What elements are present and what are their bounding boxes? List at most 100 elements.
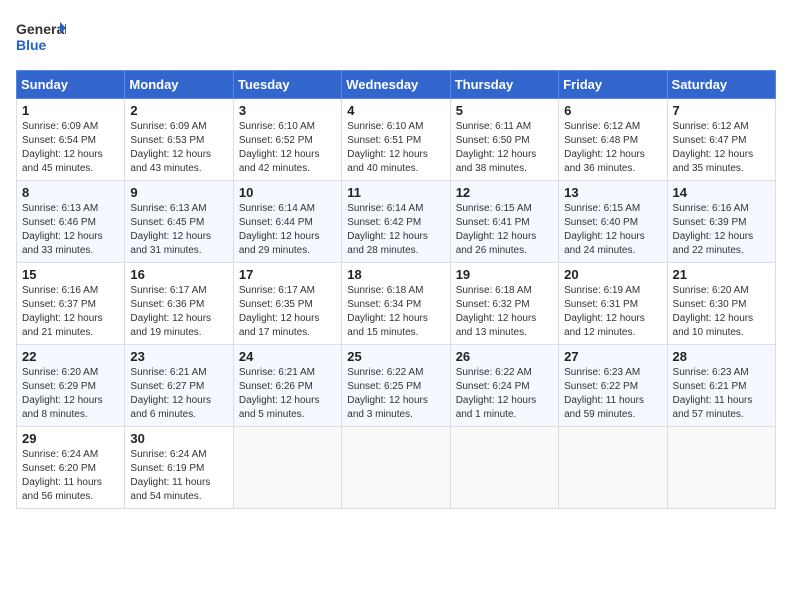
day-number: 3 [239, 103, 336, 118]
day-info: Sunrise: 6:20 AMSunset: 6:30 PMDaylight:… [673, 284, 770, 340]
day-number: 30 [130, 431, 227, 446]
day-cell: 20 Sunrise: 6:19 AMSunset: 6:31 PMDayligh… [559, 263, 667, 345]
day-info: Sunrise: 6:13 AMSunset: 6:45 PMDaylight:… [130, 202, 227, 258]
day-info: Sunrise: 6:19 AMSunset: 6:31 PMDaylight:… [564, 284, 661, 340]
day-number: 11 [347, 185, 444, 200]
day-number: 7 [673, 103, 770, 118]
day-number: 24 [239, 349, 336, 364]
day-info: Sunrise: 6:20 AMSunset: 6:29 PMDaylight:… [22, 366, 119, 422]
day-cell: 23Sunrise: 6:21 AMSunset: 6:27 PMDayligh… [125, 345, 233, 427]
week-row-5: 29Sunrise: 6:24 AMSunset: 6:20 PMDayligh… [17, 427, 776, 509]
day-info: Sunrise: 6:12 AMSunset: 6:48 PMDaylight:… [564, 120, 661, 176]
week-row-2: 8 Sunrise: 6:13 AMSunset: 6:46 PMDaylight… [17, 181, 776, 263]
svg-text:General: General [16, 21, 66, 37]
day-cell: 2Sunrise: 6:09 AMSunset: 6:53 PMDaylight… [125, 99, 233, 181]
day-number: 18 [347, 267, 444, 282]
day-cell: 30Sunrise: 6:24 AMSunset: 6:19 PMDayligh… [125, 427, 233, 509]
day-cell: 26 Sunrise: 6:22 AMSunset: 6:24 PMDayligh… [450, 345, 558, 427]
day-number: 6 [564, 103, 661, 118]
day-number: 9 [130, 185, 227, 200]
col-header-sunday: Sunday [17, 71, 125, 99]
day-cell: 11 Sunrise: 6:14 AMSunset: 6:42 PMDayligh… [342, 181, 450, 263]
day-info: Sunrise: 6:11 AMSunset: 6:50 PMDaylight:… [456, 120, 553, 176]
day-cell: 5 Sunrise: 6:11 AMSunset: 6:50 PMDaylight… [450, 99, 558, 181]
day-info: Sunrise: 6:22 AMSunset: 6:25 PMDaylight:… [347, 366, 444, 422]
day-number: 28 [673, 349, 770, 364]
week-row-4: 22 Sunrise: 6:20 AMSunset: 6:29 PMDayligh… [17, 345, 776, 427]
day-cell: 24Sunrise: 6:21 AMSunset: 6:26 PMDayligh… [233, 345, 341, 427]
day-info: Sunrise: 6:18 AMSunset: 6:34 PMDaylight:… [347, 284, 444, 340]
day-number: 1 [22, 103, 119, 118]
day-number: 23 [130, 349, 227, 364]
day-info: Sunrise: 6:12 AMSunset: 6:47 PMDaylight:… [673, 120, 770, 176]
day-info: Sunrise: 6:14 AMSunset: 6:42 PMDaylight:… [347, 202, 444, 258]
day-cell: 29Sunrise: 6:24 AMSunset: 6:20 PMDayligh… [17, 427, 125, 509]
day-number: 21 [673, 267, 770, 282]
day-info: Sunrise: 6:24 AMSunset: 6:20 PMDaylight:… [22, 448, 119, 504]
day-number: 15 [22, 267, 119, 282]
day-cell: 18 Sunrise: 6:18 AMSunset: 6:34 PMDayligh… [342, 263, 450, 345]
day-cell: 22 Sunrise: 6:20 AMSunset: 6:29 PMDayligh… [17, 345, 125, 427]
day-cell: 9 Sunrise: 6:13 AMSunset: 6:45 PMDaylight… [125, 181, 233, 263]
day-info: Sunrise: 6:10 AMSunset: 6:52 PMDaylight:… [239, 120, 336, 176]
day-info: Sunrise: 6:16 AMSunset: 6:37 PMDaylight:… [22, 284, 119, 340]
svg-text:Blue: Blue [16, 37, 47, 53]
day-cell: 3 Sunrise: 6:10 AMSunset: 6:52 PMDaylight… [233, 99, 341, 181]
col-header-wednesday: Wednesday [342, 71, 450, 99]
day-cell: 17Sunrise: 6:17 AMSunset: 6:35 PMDayligh… [233, 263, 341, 345]
logo-svg: General Blue [16, 16, 66, 60]
day-cell: 15 Sunrise: 6:16 AMSunset: 6:37 PMDayligh… [17, 263, 125, 345]
day-number: 4 [347, 103, 444, 118]
col-header-tuesday: Tuesday [233, 71, 341, 99]
logo: General Blue [16, 16, 66, 60]
day-cell: 13 Sunrise: 6:15 AMSunset: 6:40 PMDayligh… [559, 181, 667, 263]
day-number: 16 [130, 267, 227, 282]
day-number: 26 [456, 349, 553, 364]
day-cell: 21 Sunrise: 6:20 AMSunset: 6:30 PMDayligh… [667, 263, 775, 345]
day-cell: 4Sunrise: 6:10 AMSunset: 6:51 PMDaylight… [342, 99, 450, 181]
day-cell [233, 427, 341, 509]
day-cell: 16 Sunrise: 6:17 AMSunset: 6:36 PMDayligh… [125, 263, 233, 345]
day-cell: 12 Sunrise: 6:15 AMSunset: 6:41 PMDayligh… [450, 181, 558, 263]
day-cell: 27 Sunrise: 6:23 AMSunset: 6:22 PMDayligh… [559, 345, 667, 427]
day-number: 8 [22, 185, 119, 200]
day-number: 20 [564, 267, 661, 282]
week-row-3: 15 Sunrise: 6:16 AMSunset: 6:37 PMDayligh… [17, 263, 776, 345]
header: General Blue [16, 16, 776, 60]
day-number: 19 [456, 267, 553, 282]
day-info: Sunrise: 6:23 AMSunset: 6:21 PMDaylight:… [673, 366, 770, 422]
day-cell [667, 427, 775, 509]
col-header-friday: Friday [559, 71, 667, 99]
week-row-1: 1Sunrise: 6:09 AMSunset: 6:54 PMDaylight… [17, 99, 776, 181]
day-cell: 7 Sunrise: 6:12 AMSunset: 6:47 PMDaylight… [667, 99, 775, 181]
calendar-body: 1Sunrise: 6:09 AMSunset: 6:54 PMDaylight… [17, 99, 776, 509]
day-number: 25 [347, 349, 444, 364]
day-cell: 28 Sunrise: 6:23 AMSunset: 6:21 PMDayligh… [667, 345, 775, 427]
day-cell [450, 427, 558, 509]
col-header-monday: Monday [125, 71, 233, 99]
day-info: Sunrise: 6:17 AMSunset: 6:36 PMDaylight:… [130, 284, 227, 340]
day-cell [342, 427, 450, 509]
day-number: 5 [456, 103, 553, 118]
col-header-thursday: Thursday [450, 71, 558, 99]
day-number: 2 [130, 103, 227, 118]
day-cell: 1Sunrise: 6:09 AMSunset: 6:54 PMDaylight… [17, 99, 125, 181]
calendar-header-row: SundayMondayTuesdayWednesdayThursdayFrid… [17, 71, 776, 99]
day-number: 22 [22, 349, 119, 364]
day-info: Sunrise: 6:15 AMSunset: 6:41 PMDaylight:… [456, 202, 553, 258]
day-cell: 14Sunrise: 6:16 AMSunset: 6:39 PMDayligh… [667, 181, 775, 263]
day-number: 13 [564, 185, 661, 200]
day-info: Sunrise: 6:17 AMSunset: 6:35 PMDaylight:… [239, 284, 336, 340]
day-cell: 8 Sunrise: 6:13 AMSunset: 6:46 PMDaylight… [17, 181, 125, 263]
day-info: Sunrise: 6:15 AMSunset: 6:40 PMDaylight:… [564, 202, 661, 258]
day-cell: 6 Sunrise: 6:12 AMSunset: 6:48 PMDaylight… [559, 99, 667, 181]
day-number: 12 [456, 185, 553, 200]
day-number: 27 [564, 349, 661, 364]
day-info: Sunrise: 6:23 AMSunset: 6:22 PMDaylight:… [564, 366, 661, 422]
col-header-saturday: Saturday [667, 71, 775, 99]
day-info: Sunrise: 6:13 AMSunset: 6:46 PMDaylight:… [22, 202, 119, 258]
day-info: Sunrise: 6:14 AMSunset: 6:44 PMDaylight:… [239, 202, 336, 258]
day-cell: 25 Sunrise: 6:22 AMSunset: 6:25 PMDayligh… [342, 345, 450, 427]
day-number: 10 [239, 185, 336, 200]
day-info: Sunrise: 6:22 AMSunset: 6:24 PMDaylight:… [456, 366, 553, 422]
